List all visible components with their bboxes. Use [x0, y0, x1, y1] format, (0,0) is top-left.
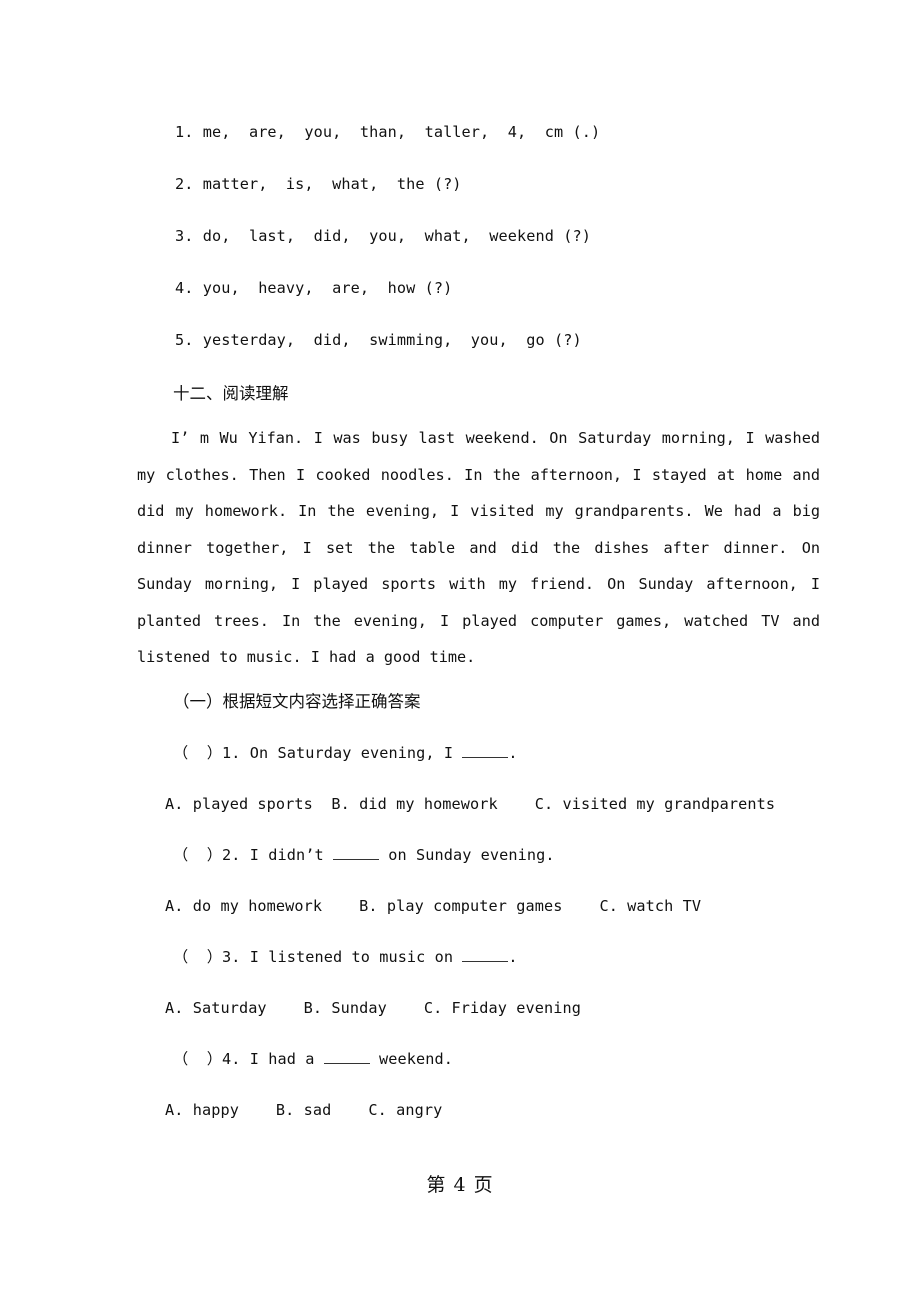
document-page: 1. me, are, you, than, taller, 4, cm (.)… — [0, 0, 920, 1302]
question-prefix: （ ）1. On Saturday evening, I — [173, 743, 463, 762]
list-item: 4. you, heavy, are, how (?) — [175, 279, 453, 297]
question-options[interactable]: A. happy B. sad C. angry — [137, 1085, 820, 1136]
answer-blank[interactable] — [462, 960, 509, 962]
answer-blank[interactable] — [323, 1062, 370, 1064]
section-heading-reading: 十二、阅读理解 — [173, 384, 289, 403]
reorder-sentence-list: 1. me, are, you, than, taller, 4, cm (.)… — [137, 106, 820, 366]
question-suffix: on Sunday evening. — [379, 845, 555, 864]
question-3: （ ）3. I listened to music on . A. Saturd… — [137, 932, 820, 1034]
question-prefix: （ ）3. I listened to music on — [173, 947, 463, 966]
list-item: 3. do, last, did, you, what, weekend (?) — [175, 227, 591, 245]
list-item: 2. matter, is, what, the (?) — [175, 175, 462, 193]
question-4: （ ）4. I had a weekend. A. happy B. sad C… — [137, 1034, 820, 1136]
question-suffix: . — [508, 743, 518, 762]
question-suffix: . — [508, 947, 518, 966]
question-stem: （ ）2. I didn’t on Sunday evening. — [137, 830, 820, 881]
question-1: （ ）1. On Saturday evening, I . A. played… — [137, 728, 820, 830]
question-prefix: （ ）4. I had a — [173, 1049, 324, 1068]
list-item: 5. yesterday, did, swimming, you, go (?) — [175, 331, 582, 349]
reading-passage: I’ m Wu Yifan. I was busy last weekend. … — [137, 420, 820, 676]
question-stem: （ ）4. I had a weekend. — [137, 1034, 820, 1085]
question-options[interactable]: A. do my homework B. play computer games… — [137, 881, 820, 932]
question-options[interactable]: A. Saturday B. Sunday C. Friday evening — [137, 983, 820, 1034]
answer-blank[interactable] — [333, 858, 379, 860]
page-footer: 第 4 页 — [426, 1174, 494, 1196]
passage-text: I’ m Wu Yifan. I was busy last weekend. … — [137, 429, 820, 666]
page-content: 1. me, are, you, than, taller, 4, cm (.)… — [137, 106, 820, 1136]
subsection-heading-multiple-choice: （一）根据短文内容选择正确答案 — [173, 691, 421, 711]
question-options[interactable]: A. played sports B. did my homework C. v… — [137, 779, 820, 830]
question-stem: （ ）3. I listened to music on . — [137, 932, 820, 983]
question-prefix: （ ）2. I didn’t — [173, 845, 333, 864]
question-stem: （ ）1. On Saturday evening, I . — [137, 728, 820, 779]
question-suffix: weekend. — [369, 1049, 453, 1068]
question-2: （ ）2. I didn’t on Sunday evening. A. do … — [137, 830, 820, 932]
list-item: 1. me, are, you, than, taller, 4, cm (.) — [175, 123, 601, 141]
answer-blank[interactable] — [462, 756, 509, 758]
